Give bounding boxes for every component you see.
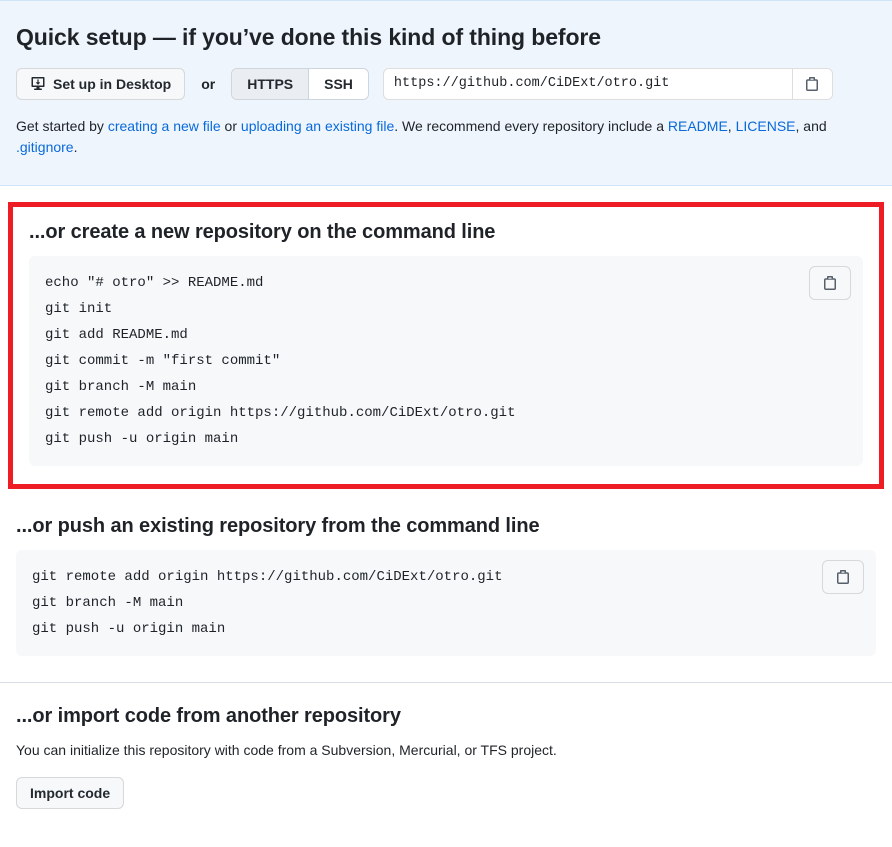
desc-part-6: . bbox=[73, 139, 78, 156]
push-existing-section: ...or push an existing repository from t… bbox=[0, 489, 892, 660]
code-line: git init bbox=[45, 301, 113, 317]
set-up-in-desktop-label: Set up in Desktop bbox=[53, 75, 172, 92]
import-code-button[interactable]: Import code bbox=[16, 777, 125, 809]
desc-part-2: or bbox=[220, 117, 241, 134]
set-up-in-desktop-button[interactable]: Set up in Desktop bbox=[16, 67, 186, 100]
desc-part-3: . We recommend every repository include … bbox=[394, 117, 668, 134]
create-repo-section: ...or create a new repository on the com… bbox=[21, 211, 871, 470]
clone-url-field bbox=[382, 67, 833, 100]
code-line: echo "# otro" >> README.md bbox=[45, 275, 264, 291]
copy-push-existing-commands-button[interactable] bbox=[822, 560, 864, 594]
code-line: git branch -M main bbox=[32, 595, 184, 611]
push-existing-title: ...or push an existing repository from t… bbox=[16, 515, 540, 537]
link-creating-a-new-file[interactable]: creating a new file bbox=[108, 118, 221, 134]
copy-clone-url-button[interactable] bbox=[791, 68, 832, 99]
create-repo-title: ...or create a new repository on the com… bbox=[29, 221, 496, 243]
quick-setup-panel: Quick setup — if you’ve done this kind o… bbox=[0, 0, 892, 186]
desc-part-5: , and bbox=[795, 117, 827, 134]
page-title: Quick setup — if you’ve done this kind o… bbox=[16, 24, 601, 50]
desc-part-4: , bbox=[727, 117, 736, 134]
code-line: git remote add origin https://github.com… bbox=[32, 569, 503, 585]
import-code-title: ...or import code from another repositor… bbox=[16, 705, 401, 727]
import-code-section: ...or import code from another repositor… bbox=[0, 683, 892, 813]
link-uploading-an-existing-file[interactable]: uploading an existing file bbox=[241, 118, 394, 134]
clipboard-copy-icon bbox=[835, 569, 851, 585]
link-license[interactable]: LICENSE bbox=[736, 118, 796, 134]
code-line: git commit -m "first commit" bbox=[45, 353, 281, 369]
push-existing-code-block: git remote add origin https://github.com… bbox=[16, 550, 876, 656]
link-gitignore[interactable]: .gitignore bbox=[16, 139, 74, 155]
get-started-description: Get started by creating a new file or up… bbox=[16, 116, 871, 159]
code-line: git remote add origin https://github.com… bbox=[45, 405, 516, 421]
clipboard-copy-icon bbox=[804, 76, 820, 92]
copy-create-repo-commands-button[interactable] bbox=[809, 266, 851, 300]
desc-part-1: Get started by bbox=[16, 117, 108, 134]
code-line: git branch -M main bbox=[45, 379, 197, 395]
code-line: git push -u origin main bbox=[45, 431, 239, 447]
protocol-https-button[interactable]: HTTPS bbox=[232, 68, 309, 99]
or-label: or bbox=[201, 75, 216, 92]
clipboard-copy-icon bbox=[822, 275, 838, 291]
desktop-download-icon bbox=[30, 76, 46, 92]
link-readme[interactable]: README bbox=[668, 118, 728, 134]
code-line: git push -u origin main bbox=[32, 621, 226, 637]
protocol-ssh-button[interactable]: SSH bbox=[309, 68, 368, 99]
clone-controls-row: Set up in Desktop or HTTPS SSH bbox=[16, 67, 876, 100]
create-repo-code-block: echo "# otro" >> README.md git init git … bbox=[29, 256, 863, 466]
create-repo-highlight-annotation: ...or create a new repository on the com… bbox=[8, 202, 884, 489]
clone-url-input[interactable] bbox=[383, 68, 792, 99]
code-line: git add README.md bbox=[45, 327, 188, 343]
import-code-description: You can initialize this repository with … bbox=[16, 742, 557, 758]
protocol-toggle-group: HTTPS SSH bbox=[231, 67, 369, 100]
